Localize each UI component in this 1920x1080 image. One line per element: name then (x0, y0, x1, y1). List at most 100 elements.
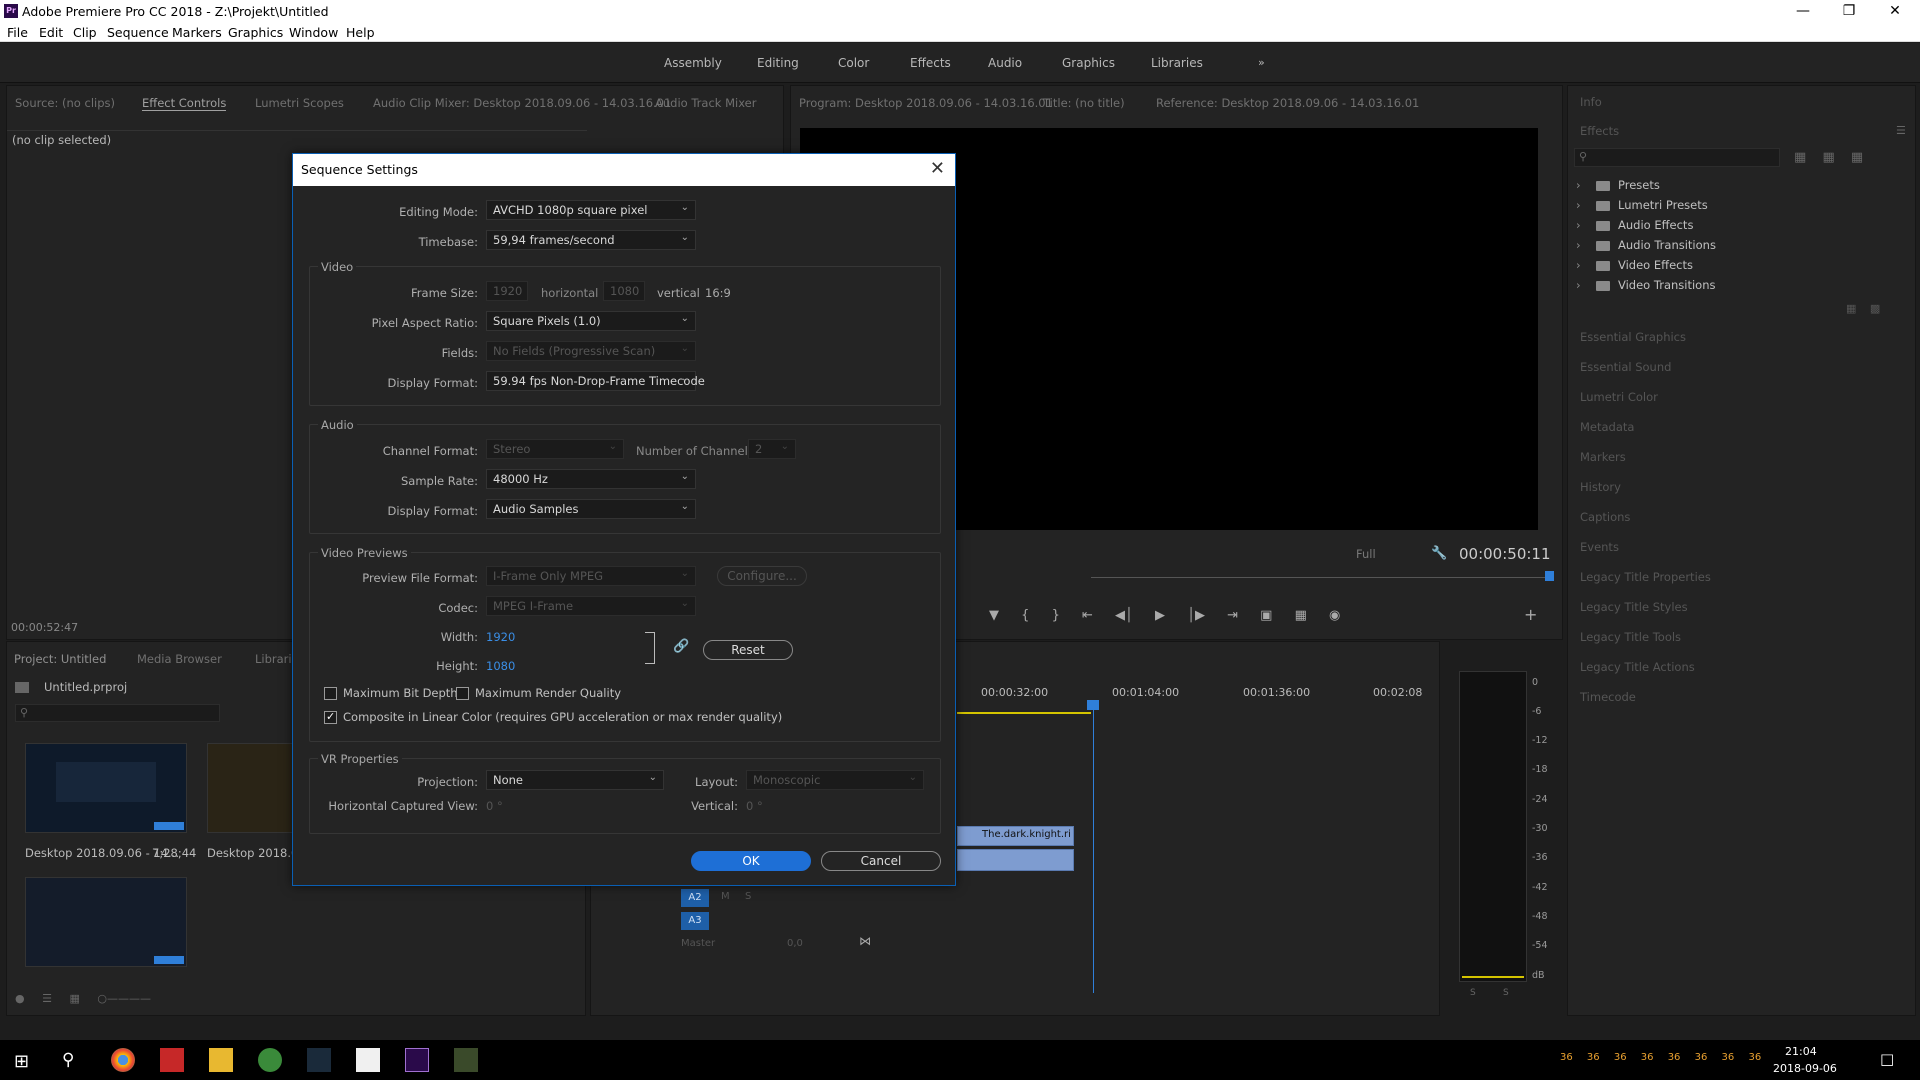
tab-effect-controls[interactable]: Effect Controls (142, 96, 227, 111)
tab-title[interactable]: Title: (no title) (1043, 96, 1125, 110)
link-icon[interactable]: 🔗 (673, 639, 689, 654)
go-to-out-icon[interactable]: ⇥ (1227, 608, 1238, 623)
panel-essential-sound[interactable]: Essential Sound (1580, 360, 1671, 374)
workspace-color[interactable]: Color (838, 56, 869, 70)
xbox-icon[interactable] (258, 1048, 282, 1072)
tab-project[interactable]: Project: Untitled (14, 652, 106, 666)
ok-button[interactable]: OK (691, 851, 811, 871)
panel-legacy-title-actions[interactable]: Legacy Title Actions (1580, 660, 1695, 674)
tab-program[interactable]: Program: Desktop 2018.09.06 - 14.03.16.0… (799, 96, 1053, 110)
max-bit-depth-checkbox[interactable] (324, 687, 337, 700)
audio-display-format-select[interactable]: Audio Samples ⌄ (486, 499, 696, 519)
playhead-ruler[interactable] (1091, 577, 1551, 578)
meter-solo-button[interactable]: S (1503, 988, 1509, 998)
mark-out-icon[interactable]: } (1052, 608, 1060, 623)
trash-icon[interactable]: ▩ (1870, 302, 1880, 315)
audio-clip[interactable] (957, 849, 1074, 871)
info-panel-tab[interactable]: Info (1580, 95, 1602, 109)
dialog-close-icon[interactable]: ✕ (930, 158, 945, 179)
panel-history[interactable]: History (1580, 480, 1621, 494)
tab-audio-track-mixer[interactable]: Audio Track Mixer (655, 96, 756, 110)
tab-source[interactable]: Source: (no clips) (15, 96, 115, 110)
editing-mode-select[interactable]: AVCHD 1080p square pixel ⌄ (486, 200, 696, 220)
project-search-input[interactable]: ⚲ (15, 704, 220, 722)
track-a2[interactable]: A2 (681, 889, 709, 907)
effects-search-input[interactable]: ⚲ (1574, 148, 1780, 167)
master-end-icon[interactable]: ⋈ (859, 934, 871, 948)
panel-markers[interactable]: Markers (1580, 450, 1626, 464)
new-bin-icon[interactable]: ▦ (1846, 302, 1856, 315)
workspace-audio[interactable]: Audio (988, 56, 1022, 70)
file-explorer-icon[interactable] (209, 1048, 233, 1072)
panel-legacy-title-tools[interactable]: Legacy Title Tools (1580, 630, 1681, 644)
linear-color-checkbox[interactable] (324, 710, 337, 724)
panel-timecode[interactable]: Timecode (1580, 690, 1636, 704)
workspace-libraries[interactable]: Libraries (1151, 56, 1203, 70)
step-back-icon[interactable]: ◀│ (1115, 608, 1133, 623)
solo-button[interactable]: S (745, 891, 751, 902)
panel-metadata[interactable]: Metadata (1580, 420, 1634, 434)
minimize-icon[interactable]: — (1780, 0, 1826, 22)
step-forward-icon[interactable]: │▶ (1187, 608, 1205, 623)
menu-graphics[interactable]: Graphics (228, 25, 283, 40)
video-clip[interactable]: The.dark.knight.ri (957, 826, 1074, 846)
effects-folder-video-effects[interactable]: › Video Effects (1576, 258, 1693, 272)
icon-view-icon[interactable]: ▦ (69, 992, 79, 1005)
wrench-icon[interactable]: 🔧 (1431, 546, 1447, 561)
workspace-editing[interactable]: Editing (757, 56, 799, 70)
menu-edit[interactable]: Edit (39, 25, 63, 40)
pixel-aspect-ratio-select[interactable]: Square Pixels (1.0) ⌄ (486, 311, 696, 331)
premiere-taskbar-icon[interactable] (405, 1048, 429, 1072)
zoom-select[interactable]: Full (1356, 547, 1376, 561)
tray-temp[interactable]: 36 (1560, 1052, 1573, 1063)
timeline-playhead[interactable] (1093, 703, 1094, 993)
mark-in-icon[interactable]: { (1021, 608, 1029, 623)
mute-button[interactable]: M (721, 891, 730, 902)
max-render-quality-checkbox[interactable] (456, 687, 469, 700)
meter-solo-button[interactable]: S (1470, 988, 1476, 998)
tab-libraries[interactable]: Librari (255, 652, 292, 666)
effects-panel-tab[interactable]: Effects (1580, 124, 1619, 138)
tray-temp[interactable]: 36 (1722, 1052, 1735, 1063)
timebase-select[interactable]: 59,94 frames/second ⌄ (486, 230, 696, 250)
restore-icon[interactable]: ❐ (1826, 0, 1872, 22)
project-thumbnail[interactable] (25, 877, 187, 967)
project-thumbnail[interactable] (207, 743, 297, 833)
menu-help[interactable]: Help (346, 25, 375, 40)
taskbar-time[interactable]: 21:04 (1785, 1045, 1817, 1058)
menu-clip[interactable]: Clip (73, 25, 97, 40)
export-frame-icon[interactable]: ◉ (1329, 608, 1340, 623)
workspace-overflow-icon[interactable]: » (1258, 56, 1265, 69)
playhead-handle-icon[interactable] (1087, 700, 1099, 710)
flash-icon[interactable] (160, 1048, 184, 1072)
menu-sequence[interactable]: Sequence (107, 25, 169, 40)
effects-folder-lumetri-presets[interactable]: › Lumetri Presets (1576, 198, 1708, 212)
add-button-icon[interactable]: + (1524, 605, 1537, 624)
marker-icon[interactable]: ▼ (989, 608, 999, 623)
32bit-effects-icon[interactable]: ▦ (1822, 150, 1834, 165)
windows-start-icon[interactable]: ⊞ (14, 1051, 29, 1072)
notifications-icon[interactable]: □ (1880, 1050, 1894, 1068)
tab-audio-clip-mixer[interactable]: Audio Clip Mixer: Desktop 2018.09.06 - 1… (373, 96, 671, 110)
tab-reference[interactable]: Reference: Desktop 2018.09.06 - 14.03.16… (1156, 96, 1419, 110)
panel-essential-graphics[interactable]: Essential Graphics (1580, 330, 1686, 344)
list-view-icon[interactable]: ☰ (42, 992, 52, 1005)
tray-temp[interactable]: 36 (1641, 1052, 1654, 1063)
workspace-effects[interactable]: Effects (910, 56, 951, 70)
work-area-bar[interactable] (957, 712, 1091, 714)
tab-lumetri-scopes[interactable]: Lumetri Scopes (255, 96, 344, 110)
menu-window[interactable]: Window (289, 25, 338, 40)
tray-temp[interactable]: 36 (1748, 1052, 1761, 1063)
tray-temp[interactable]: 36 (1668, 1052, 1681, 1063)
lift-icon[interactable]: ▣ (1260, 608, 1272, 623)
tray-temp[interactable]: 36 (1614, 1052, 1627, 1063)
close-window-icon[interactable]: ✕ (1872, 0, 1918, 22)
cancel-button[interactable]: Cancel (821, 851, 941, 871)
zoom-slider[interactable]: ○———— (97, 992, 151, 1005)
reset-button[interactable]: Reset (703, 640, 793, 660)
play-icon[interactable]: ▶ (1155, 608, 1165, 623)
lock-icon[interactable]: ● (15, 992, 25, 1005)
effects-menu-icon[interactable]: ☰ (1896, 124, 1906, 137)
accelerated-effects-icon[interactable]: ▦ (1794, 150, 1806, 165)
chrome-icon[interactable] (111, 1048, 135, 1072)
